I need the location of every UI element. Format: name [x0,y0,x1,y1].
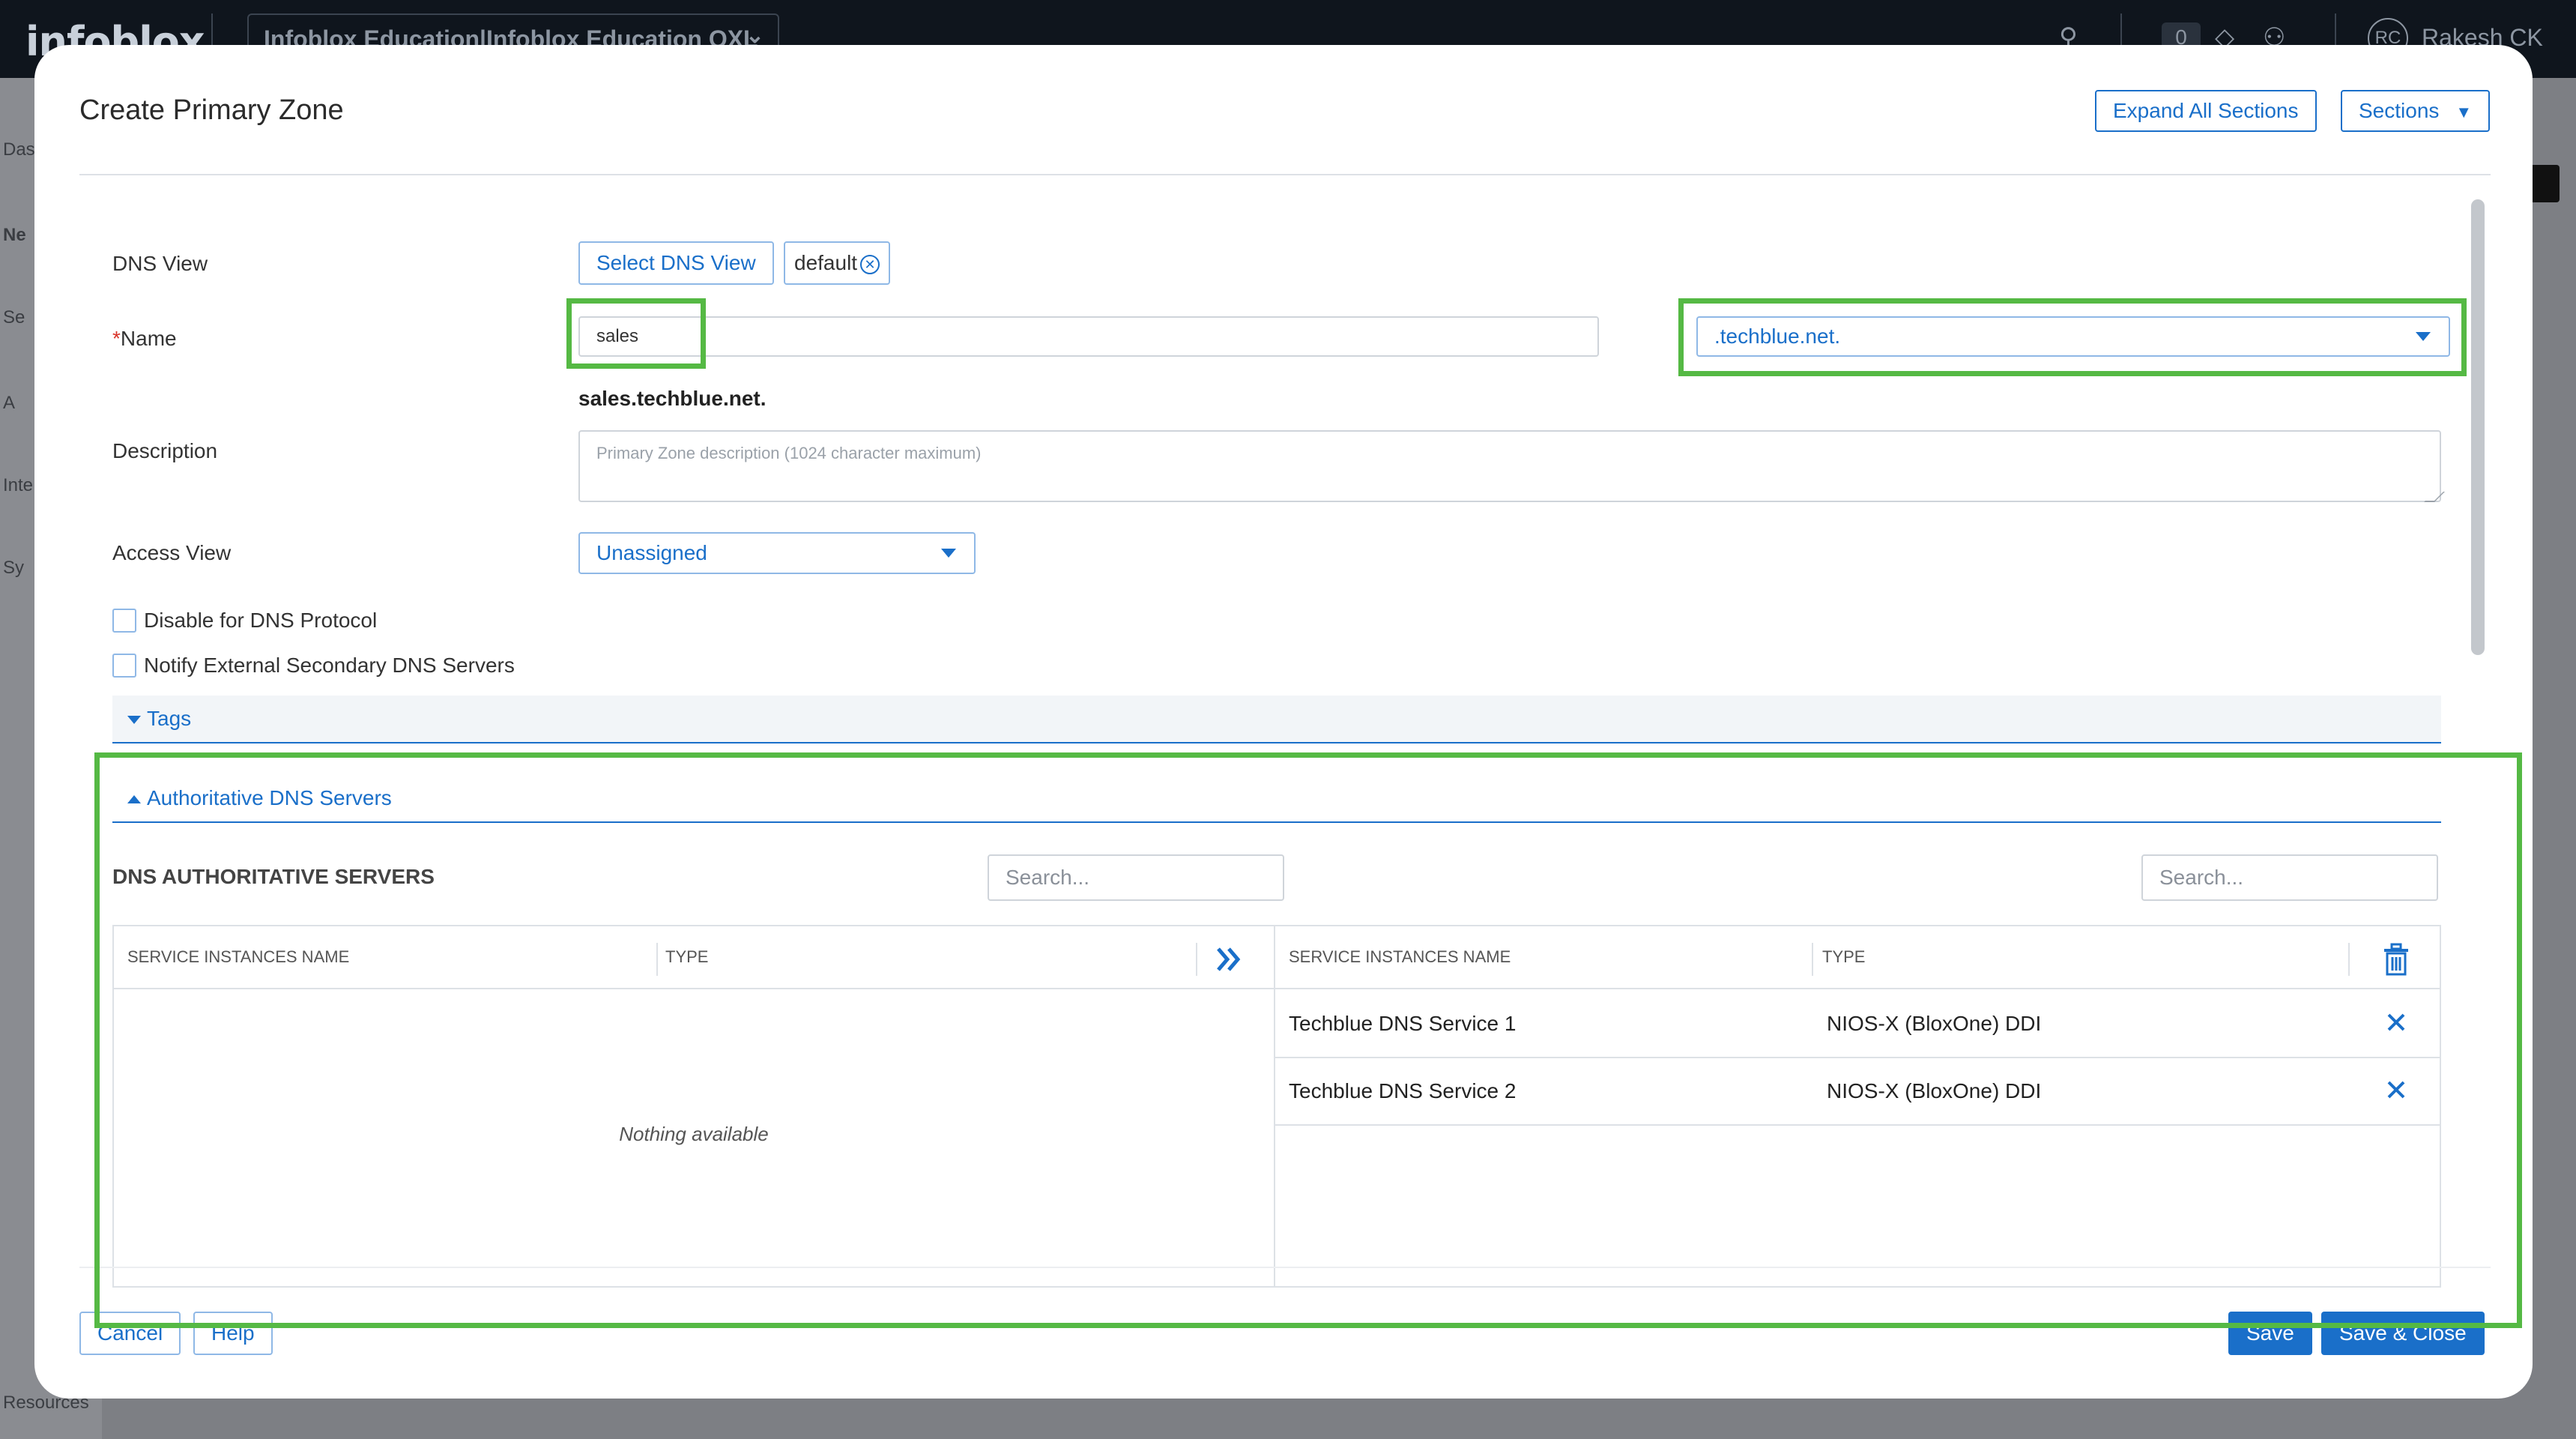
col-type[interactable]: TYPE [1822,947,1865,967]
remove-chip-icon[interactable]: ✕ [860,254,880,274]
notify-secondary-label: Notify External Secondary DNS Servers [144,654,515,677]
dns-view-label: DNS View [112,252,208,275]
remove-row-icon[interactable] [2380,1073,2413,1106]
help-button[interactable]: Help [193,1312,273,1355]
caret-up-icon [127,795,141,804]
authoritative-section-header[interactable]: Authoritative DNS Servers [112,775,2441,823]
sections-label: Sections [2359,99,2440,122]
tags-section-header[interactable]: Tags [112,696,2441,743]
header-divider [79,174,2491,175]
column-divider [1812,943,1813,976]
col-type[interactable]: TYPE [665,947,708,967]
description-label: Description [112,439,218,462]
select-dns-view-button[interactable]: Select DNS View [578,241,774,285]
available-search-input[interactable] [988,854,1284,901]
table-row[interactable]: Techblue DNS Service 1 NIOS-X (BloxOne) … [1275,991,2440,1058]
service-name-cell: Techblue DNS Service 1 [1289,1012,1517,1035]
service-name-cell: Techblue DNS Service 2 [1289,1079,1517,1102]
footer-divider [79,1267,2491,1268]
selected-search-input[interactable] [2141,854,2438,901]
column-divider [656,943,658,976]
col-service-name[interactable]: SERVICE INSTANCES NAME [127,947,349,967]
notify-secondary-checkbox[interactable] [112,654,136,678]
table-header: SERVICE INSTANCES NAME TYPE [1275,926,2440,989]
parent-zone-value: .techblue.net. [1714,325,1841,348]
dns-view-chip: default ✕ [784,241,891,285]
table-row[interactable]: Techblue DNS Service 2 NIOS-X (BloxOne) … [1275,1058,2440,1126]
col-service-name[interactable]: SERVICE INSTANCES NAME [1289,947,1511,967]
fqdn-preview: sales.techblue.net. [578,387,767,410]
parent-zone-select[interactable]: .techblue.net. [1696,316,2450,357]
column-divider [2348,943,2350,976]
service-type-cell: NIOS-X (BloxOne) DDI [1827,1012,2042,1035]
sidebar-item[interactable]: Ne [3,225,26,246]
sidebar-item[interactable]: Inte [3,475,33,496]
sidebar-item[interactable]: Das [3,139,35,160]
disable-dns-protocol-row[interactable]: Disable for DNS Protocol [112,609,377,633]
create-primary-zone-dialog: Create Primary Zone Expand All Sections … [34,45,2533,1399]
column-divider [1196,943,1197,976]
notify-secondary-row[interactable]: Notify External Secondary DNS Servers [112,654,515,678]
sections-dropdown-button[interactable]: Sections ▼ [2341,90,2491,132]
service-type-cell: NIOS-X (BloxOne) DDI [1827,1079,2042,1102]
sidebar-item[interactable]: Se [3,307,25,328]
name-input[interactable] [578,316,1599,357]
disable-dns-label: Disable for DNS Protocol [144,609,378,632]
chip-label: default [794,251,858,274]
save-close-button[interactable]: Save & Close [2321,1312,2485,1355]
sidebar-item[interactable]: A [3,393,15,414]
save-button[interactable]: Save [2228,1312,2312,1355]
access-view-select[interactable]: Unassigned [578,532,976,574]
sidebar-item[interactable]: Sy [3,558,24,579]
servers-title: DNS AUTHORITATIVE SERVERS [112,865,435,888]
cancel-button[interactable]: Cancel [79,1312,181,1355]
table-header: SERVICE INSTANCES NAME TYPE [114,926,1274,989]
caret-down-icon [941,549,956,558]
move-all-right-icon[interactable] [1214,944,1244,974]
disable-dns-checkbox[interactable] [112,609,136,633]
trash-icon[interactable] [2381,943,2411,976]
selected-servers-table: SERVICE INSTANCES NAME TYPE Techblue DNS… [1274,925,2441,1288]
name-label-text: Name [120,327,177,350]
required-mark: * [112,327,121,350]
authoritative-section-label: Authoritative DNS Servers [147,786,392,809]
expand-all-sections-button[interactable]: Expand All Sections [2095,90,2317,132]
dialog-title: Create Primary Zone [79,94,344,126]
caret-down-icon [127,716,141,725]
available-servers-table: SERVICE INSTANCES NAME TYPE Nothing avai… [112,925,1275,1288]
access-view-value: Unassigned [596,541,707,564]
name-label: *Name [112,327,177,351]
remove-row-icon[interactable] [2380,1006,2413,1039]
tags-section-label: Tags [147,707,192,730]
caret-down-icon: ▼ [2455,103,2473,121]
description-textarea[interactable] [578,430,2441,502]
access-view-label: Access View [112,541,232,564]
scrollbar-thumb[interactable] [2471,199,2485,655]
caret-down-icon [2416,332,2431,341]
empty-state: Nothing available [619,1123,769,1145]
